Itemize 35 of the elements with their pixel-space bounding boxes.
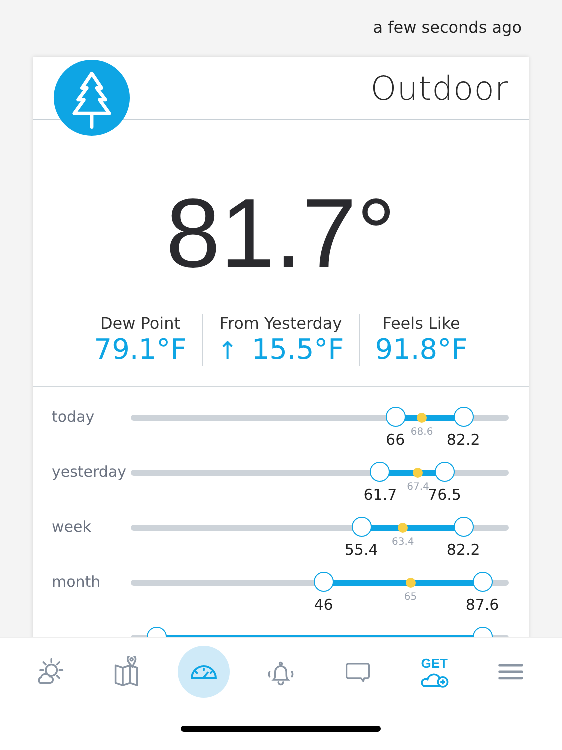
low-value: 61.7 [364, 486, 398, 504]
stat-value: 91.8°F [375, 333, 468, 366]
high-value: 82.2 [446, 431, 480, 449]
last-updated-text: a few seconds ago [372, 17, 523, 39]
get-tab[interactable]: GET [408, 646, 461, 698]
high-value: 82.2 [446, 541, 480, 559]
low-knob[interactable] [370, 462, 390, 482]
stat-label: Feels Like [382, 314, 460, 333]
trend-arrow: ↑ [218, 337, 238, 365]
stat-label: From Yesterday [220, 314, 342, 333]
high-knob[interactable] [454, 407, 474, 427]
range-label: today [52, 408, 95, 426]
high-value: 87.6 [466, 596, 500, 614]
stat-value: 79.1°F [94, 333, 187, 366]
low-value: 66 [386, 431, 406, 449]
mean-value: 63.4 [392, 537, 414, 548]
low-knob[interactable] [352, 517, 372, 537]
mean-value: 68.6 [410, 427, 434, 438]
range-label: month [52, 573, 101, 591]
temperature-reading: 81.7° [165, 184, 397, 282]
mean-value: 67.4 [407, 482, 430, 493]
stat-value: 15.5°F [252, 333, 344, 366]
high-value: 76.5 [428, 486, 462, 504]
low-knob[interactable] [386, 407, 406, 427]
stat-label: Dew Point [100, 314, 181, 333]
card-title: Outdoor [370, 68, 509, 108]
high-knob[interactable] [434, 462, 455, 482]
mean-value: 65 [404, 592, 418, 603]
high-knob[interactable] [454, 517, 474, 537]
low-knob[interactable] [314, 572, 334, 592]
range-label: week [52, 518, 92, 536]
high-knob[interactable] [472, 572, 493, 592]
range-label: yesterday [52, 463, 127, 481]
low-value: 46 [314, 596, 334, 614]
low-value: 55.4 [344, 541, 378, 559]
